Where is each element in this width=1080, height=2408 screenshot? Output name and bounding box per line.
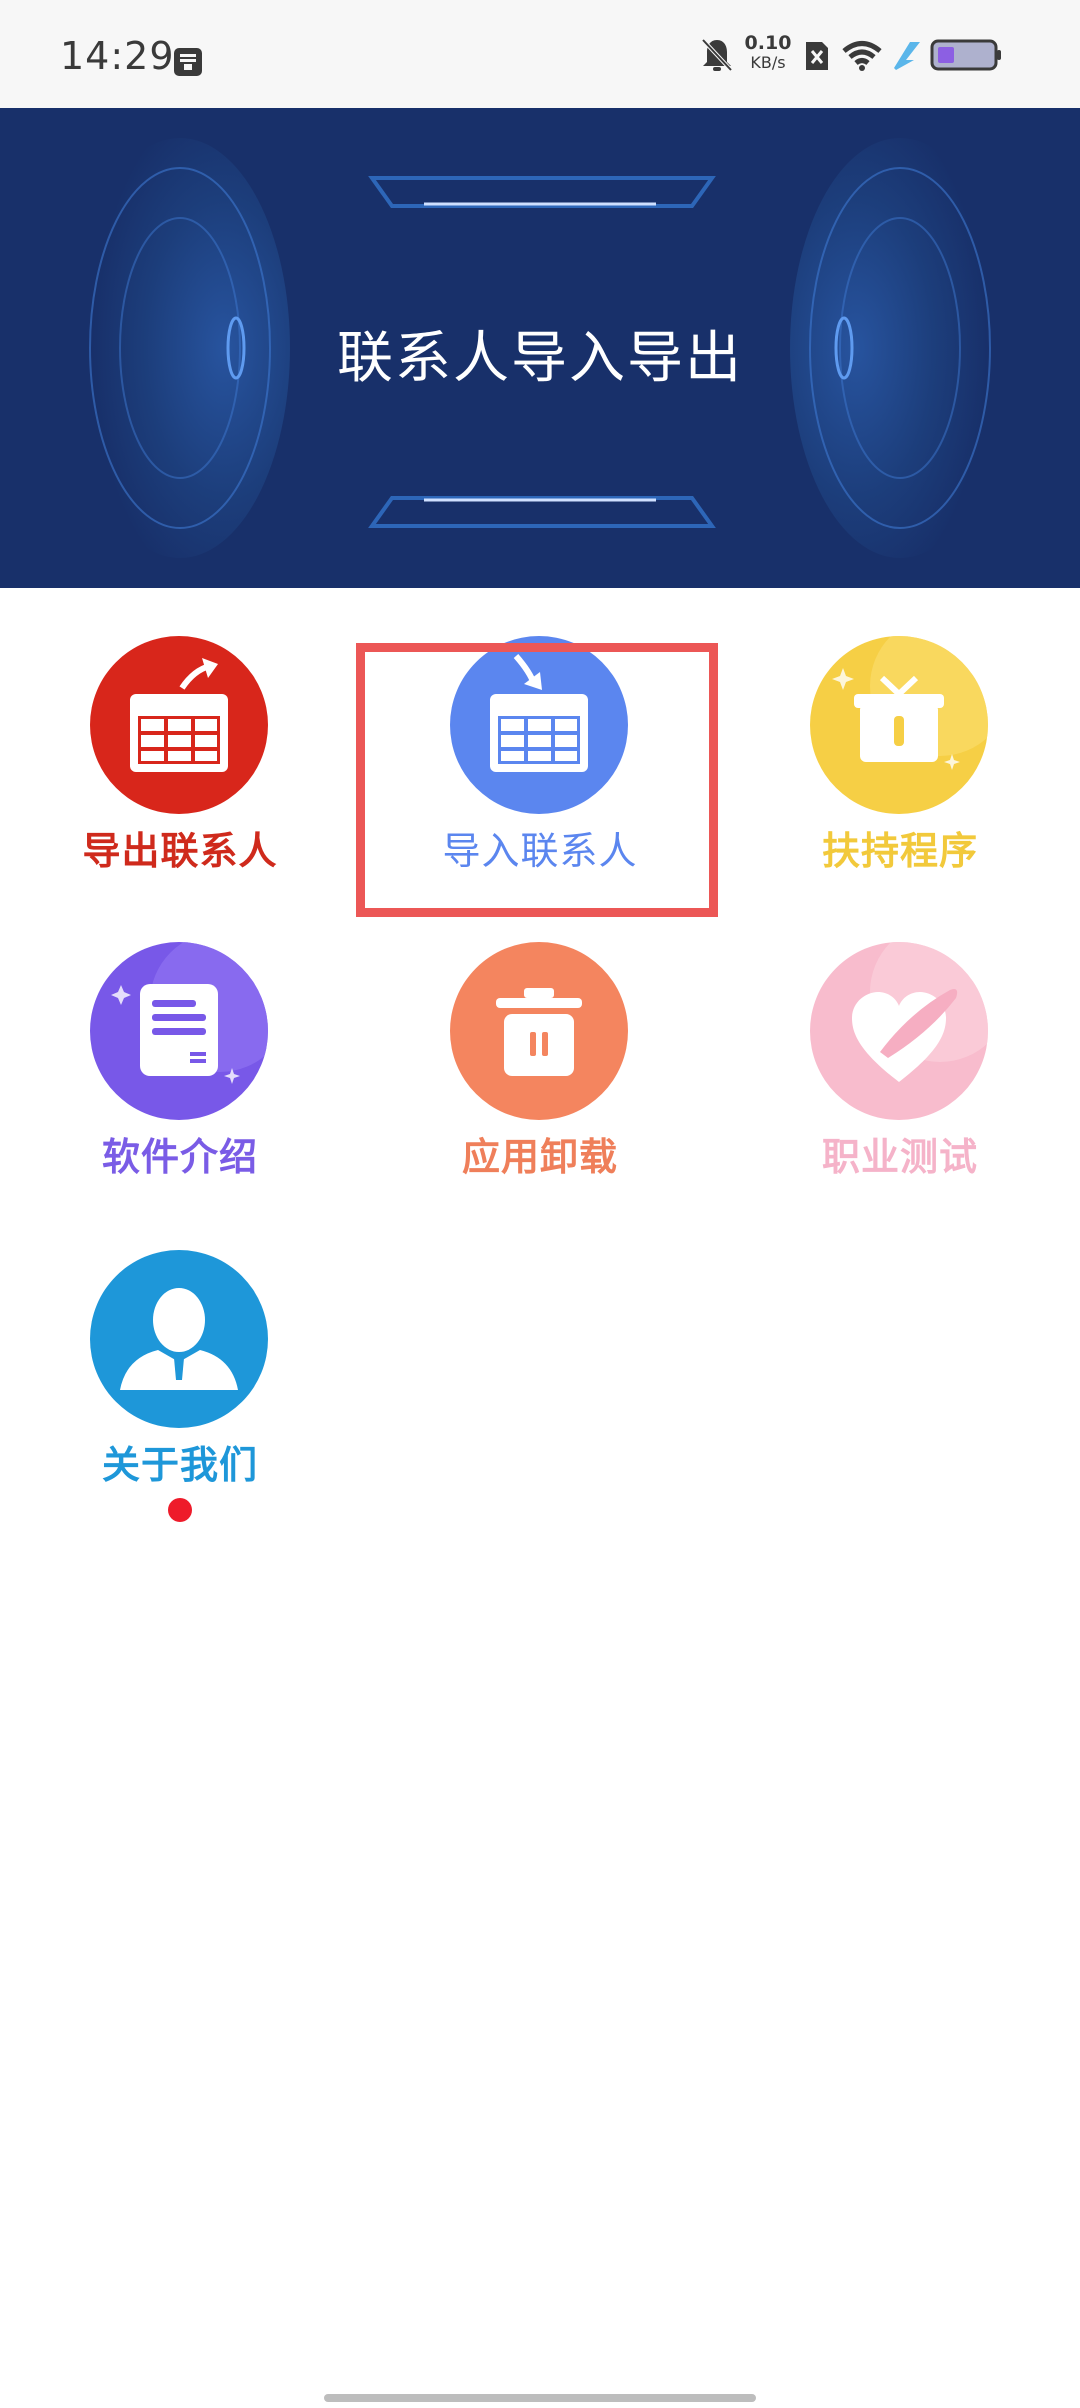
- about-us-tile[interactable]: 关于我们: [60, 1250, 300, 1500]
- app-uninstall-tile[interactable]: 应用卸载: [420, 942, 660, 1192]
- wifi-icon: [842, 41, 882, 71]
- selection-highlight: [356, 643, 718, 917]
- network-speed-value: 0.10: [744, 32, 792, 54]
- charging-bolt-icon: [894, 42, 920, 70]
- about-us-label: 关于我们: [101, 1443, 258, 1487]
- software-intro-label: 软件介绍: [101, 1135, 258, 1179]
- export-contacts-tile[interactable]: 导出联系人: [60, 636, 300, 886]
- trash-icon: [450, 942, 628, 1120]
- notification-dot: [168, 1498, 192, 1522]
- sim-x-icon: [806, 42, 828, 70]
- network-speed: 0.10 KB/s: [742, 32, 794, 73]
- home-indicator[interactable]: [324, 2394, 756, 2402]
- app-uninstall-label: 应用卸载: [461, 1135, 618, 1179]
- software-intro-tile[interactable]: 软件介绍: [60, 942, 300, 1192]
- header-banner: 联系人导入导出: [0, 108, 1080, 588]
- export-contacts-icon: [90, 636, 268, 814]
- battery-icon: [930, 39, 1001, 71]
- gift-box-icon: [810, 636, 988, 814]
- network-speed-unit: KB/s: [750, 53, 786, 72]
- heart-icon: [810, 942, 988, 1120]
- status-icons: 0.10 KB/s: [700, 30, 1040, 80]
- page-title: 联系人导入导出: [337, 326, 743, 391]
- status-bar: 14:29 0.10 KB/s: [0, 0, 1080, 108]
- export-contacts-label: 导出联系人: [82, 829, 278, 873]
- user-profile-icon: [90, 1250, 268, 1428]
- document-icon: [90, 942, 268, 1120]
- support-program-label: 扶持程序: [821, 829, 978, 873]
- career-test-tile[interactable]: 职业测试: [780, 942, 1020, 1192]
- screen-record-icon: [174, 48, 202, 76]
- bell-mute-icon: [701, 38, 733, 72]
- support-program-tile[interactable]: 扶持程序: [780, 636, 1020, 886]
- status-time: 14:29: [60, 34, 175, 78]
- career-test-label: 职业测试: [821, 1135, 978, 1179]
